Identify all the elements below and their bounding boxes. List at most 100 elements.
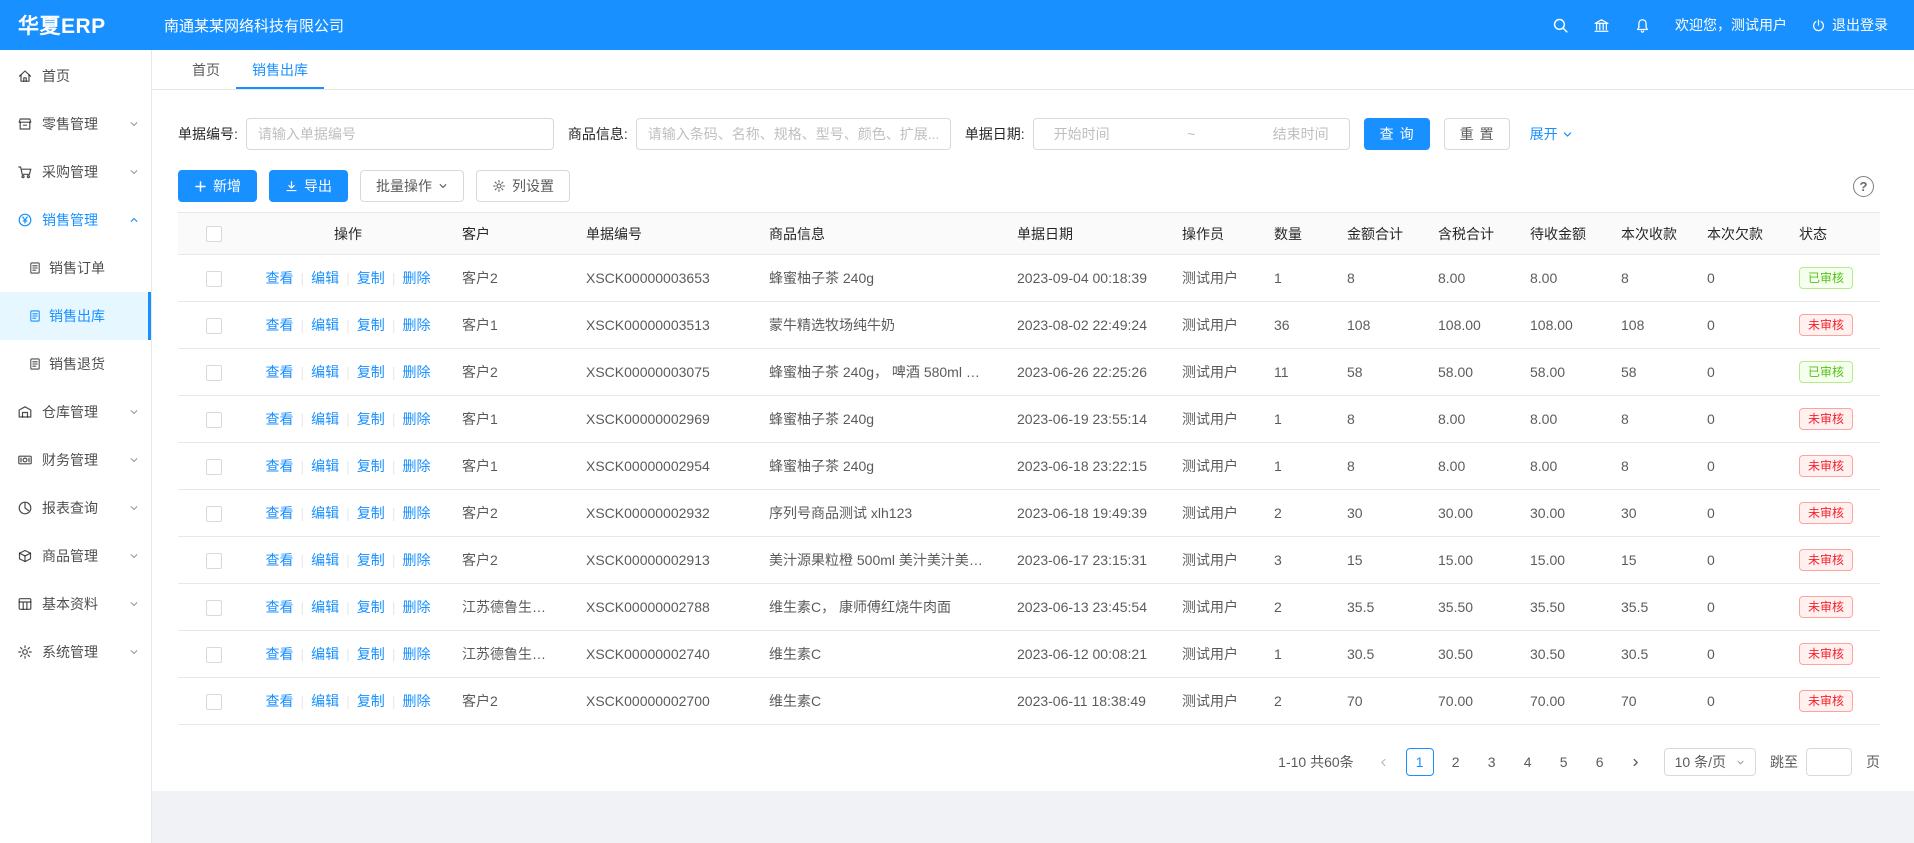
row-action-edit[interactable]: 编辑: [311, 552, 339, 568]
cell-product: 序列号商品测试 xlh123: [753, 490, 1001, 537]
row-action-copy[interactable]: 复制: [357, 458, 385, 474]
sidebar-item-home[interactable]: 首页: [0, 52, 151, 100]
search-button[interactable]: 查询: [1364, 118, 1430, 150]
pagination-page-4[interactable]: 4: [1514, 748, 1542, 776]
row-action-copy[interactable]: 复制: [357, 317, 385, 333]
cell-doc-no: XSCK00000002913: [570, 537, 753, 584]
row-action-copy[interactable]: 复制: [357, 270, 385, 286]
sidebar-item-products[interactable]: 商品管理: [0, 532, 151, 580]
sidebar-item-basic-data[interactable]: 基本资料: [0, 580, 151, 628]
row-action-view[interactable]: 查看: [266, 270, 294, 286]
tab-sales-outbound[interactable]: 销售出库: [236, 50, 324, 89]
row-action-edit[interactable]: 编辑: [311, 364, 339, 380]
row-action-edit[interactable]: 编辑: [311, 505, 339, 521]
row-action-view[interactable]: 查看: [266, 646, 294, 662]
add-button[interactable]: 新增: [178, 170, 257, 202]
action-separator: |: [392, 458, 396, 474]
row-action-copy[interactable]: 复制: [357, 411, 385, 427]
tab-home[interactable]: 首页: [176, 50, 236, 89]
row-action-delete[interactable]: 删除: [402, 458, 430, 474]
page-size-select[interactable]: 10 条/页: [1664, 748, 1756, 776]
row-checkbox[interactable]: [206, 694, 222, 710]
jump-page-input[interactable]: [1806, 748, 1852, 776]
export-button[interactable]: 导出: [269, 170, 348, 202]
sidebar-item-sales[interactable]: 销售管理: [0, 196, 151, 244]
sidebar-item-sales-outbound[interactable]: 销售出库: [0, 292, 151, 340]
bell-icon[interactable]: [1634, 17, 1651, 34]
reset-button[interactable]: 重置: [1444, 118, 1510, 150]
row-checkbox[interactable]: [206, 553, 222, 569]
date-range-picker[interactable]: 开始时间 ~ 结束时间: [1033, 118, 1350, 150]
row-checkbox[interactable]: [206, 365, 222, 381]
doc-no-input[interactable]: [246, 118, 554, 150]
search-icon[interactable]: [1552, 17, 1569, 34]
row-action-view[interactable]: 查看: [266, 552, 294, 568]
row-action-delete[interactable]: 删除: [402, 693, 430, 709]
select-all-checkbox[interactable]: [206, 226, 222, 242]
row-action-view[interactable]: 查看: [266, 505, 294, 521]
row-action-copy[interactable]: 复制: [357, 364, 385, 380]
row-action-copy[interactable]: 复制: [357, 505, 385, 521]
row-actions: 查看|编辑|复制|删除: [266, 599, 431, 615]
row-checkbox[interactable]: [206, 412, 222, 428]
row-action-edit[interactable]: 编辑: [311, 693, 339, 709]
row-action-view[interactable]: 查看: [266, 411, 294, 427]
row-action-delete[interactable]: 删除: [402, 317, 430, 333]
logout-button[interactable]: 退出登录: [1811, 15, 1888, 35]
row-action-view[interactable]: 查看: [266, 458, 294, 474]
row-action-edit[interactable]: 编辑: [311, 599, 339, 615]
sidebar-item-system[interactable]: 系统管理: [0, 628, 151, 676]
sidebar-item-label: 仓库管理: [42, 402, 98, 422]
row-action-delete[interactable]: 删除: [402, 270, 430, 286]
row-action-copy[interactable]: 复制: [357, 646, 385, 662]
sidebar-item-finance[interactable]: 财务管理: [0, 436, 151, 484]
row-action-edit[interactable]: 编辑: [311, 270, 339, 286]
product-info-label: 商品信息:: [568, 124, 628, 144]
row-action-edit[interactable]: 编辑: [311, 458, 339, 474]
sidebar-item-purchase[interactable]: 采购管理: [0, 148, 151, 196]
row-action-delete[interactable]: 删除: [402, 364, 430, 380]
row-action-view[interactable]: 查看: [266, 599, 294, 615]
sidebar-item-sales-order[interactable]: 销售订单: [0, 244, 151, 292]
column-settings-button[interactable]: 列设置: [476, 170, 570, 202]
row-checkbox[interactable]: [206, 459, 222, 475]
row-action-edit[interactable]: 编辑: [311, 646, 339, 662]
sidebar-item-retail[interactable]: 零售管理: [0, 100, 151, 148]
sidebar-item-warehouse[interactable]: 仓库管理: [0, 388, 151, 436]
pagination-page-1[interactable]: 1: [1406, 748, 1434, 776]
row-action-view[interactable]: 查看: [266, 317, 294, 333]
pagination-page-3[interactable]: 3: [1478, 748, 1506, 776]
help-icon[interactable]: ?: [1853, 176, 1874, 197]
row-action-delete[interactable]: 删除: [402, 552, 430, 568]
pagination-prev[interactable]: [1370, 748, 1398, 776]
pagination-page-5[interactable]: 5: [1550, 748, 1578, 776]
batch-operations-button[interactable]: 批量操作: [360, 170, 464, 202]
bank-icon[interactable]: [1593, 17, 1610, 34]
document-icon: [28, 309, 42, 323]
row-action-view[interactable]: 查看: [266, 693, 294, 709]
pagination-next[interactable]: [1622, 748, 1650, 776]
row-action-copy[interactable]: 复制: [357, 599, 385, 615]
row-checkbox[interactable]: [206, 271, 222, 287]
col-header-operator: 操作员: [1166, 213, 1258, 255]
row-checkbox[interactable]: [206, 600, 222, 616]
row-action-delete[interactable]: 删除: [402, 411, 430, 427]
expand-link[interactable]: 展开: [1530, 124, 1573, 144]
row-checkbox[interactable]: [206, 318, 222, 334]
sidebar-item-reports[interactable]: 报表查询: [0, 484, 151, 532]
product-info-input[interactable]: [636, 118, 951, 150]
row-action-copy[interactable]: 复制: [357, 552, 385, 568]
row-action-edit[interactable]: 编辑: [311, 411, 339, 427]
row-action-view[interactable]: 查看: [266, 364, 294, 380]
sidebar-item-sales-return[interactable]: 销售退货: [0, 340, 151, 388]
row-action-edit[interactable]: 编辑: [311, 317, 339, 333]
row-checkbox[interactable]: [206, 647, 222, 663]
row-action-delete[interactable]: 删除: [402, 646, 430, 662]
pagination-page-6[interactable]: 6: [1586, 748, 1614, 776]
row-action-delete[interactable]: 删除: [402, 505, 430, 521]
row-action-copy[interactable]: 复制: [357, 693, 385, 709]
pagination-page-2[interactable]: 2: [1442, 748, 1470, 776]
row-action-delete[interactable]: 删除: [402, 599, 430, 615]
row-checkbox[interactable]: [206, 506, 222, 522]
action-separator: |: [301, 599, 305, 615]
